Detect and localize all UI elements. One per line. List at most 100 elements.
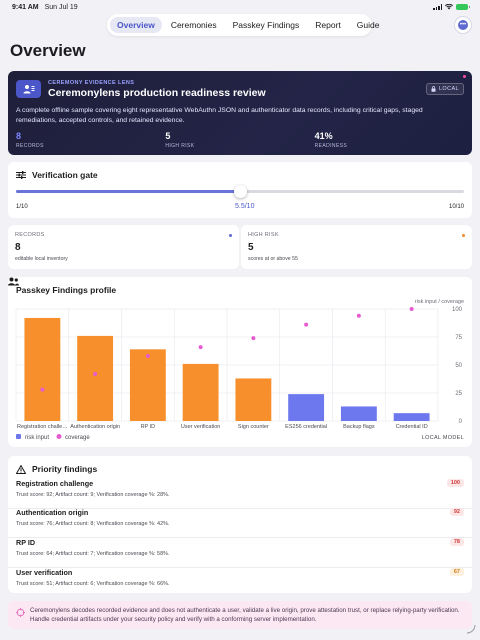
y-axis-label: risk input / coverage	[415, 299, 464, 305]
evidence-icon	[16, 80, 41, 98]
finding-meta: Trust score: 64; Artifact count: 7; Veri…	[16, 551, 170, 557]
y-tick-label: 50	[455, 363, 462, 369]
finding-meta: Trust score: 76; Artifact count: 8; Veri…	[16, 521, 170, 527]
stat-records: 8 RECORDS	[16, 131, 165, 149]
resize-handle-icon[interactable]	[464, 622, 476, 634]
x-tick-label: RP ID	[141, 424, 156, 430]
tab-passkey-findings[interactable]: Passkey Findings	[226, 17, 307, 33]
risk-bar	[340, 406, 377, 421]
finding-score-badge: 92	[449, 508, 464, 516]
top-navigation: Overview Ceremonies Passkey Findings Rep…	[107, 14, 379, 36]
finding-item[interactable]: Authentication origin Trust score: 76; A…	[8, 508, 472, 538]
status-bar: 9:41 AM Sun Jul 19	[0, 0, 480, 14]
tab-ceremonies[interactable]: Ceremonies	[164, 17, 224, 33]
passkey-profile-chart: risk input / coverage 0 25 50 75 100 Registrat…	[15, 299, 464, 441]
legend-label-risk: risk input	[25, 435, 49, 441]
finding-item[interactable]: Registration challenge Trust score: 92; …	[8, 479, 472, 509]
high-risk-metric-card: HIGH RISK 5 scores at or above 55	[241, 225, 472, 269]
finding-score-badge: 100	[446, 479, 464, 487]
status-time: 9:41 AM	[12, 3, 39, 11]
coverage-point	[93, 371, 98, 376]
x-tick-label: Credential ID	[396, 424, 428, 430]
legend-swatch-coverage	[56, 434, 62, 439]
risk-bar	[288, 394, 325, 421]
status-icons	[433, 4, 470, 10]
chat-bubble-icon: •••	[458, 20, 468, 30]
tab-guide[interactable]: Guide	[350, 17, 387, 33]
hero-title: Ceremonylens production readiness review	[48, 87, 266, 99]
hero-card: CEREMONY EVIDENCE LENS Ceremonylens prod…	[8, 71, 472, 155]
local-badge: LOCAL	[425, 83, 464, 95]
risk-bar	[77, 335, 114, 421]
x-tick-label: Sign counter	[238, 424, 269, 430]
stat-value: 41%	[314, 131, 333, 141]
finding-score-badge: 78	[449, 538, 464, 546]
disclaimer-notice: Ceremonylens decodes recorded evidence a…	[8, 601, 472, 629]
chat-button[interactable]: •••	[454, 16, 472, 34]
records-metric-card: RECORDS 8 editable local inventory	[8, 225, 239, 269]
finding-meta: Trust score: 51; Artifact count: 6; Veri…	[16, 581, 170, 587]
risk-bar	[393, 413, 430, 421]
stat-value: 8	[16, 131, 22, 141]
gate-value-label: 5.5/10	[235, 203, 255, 210]
findings-title: Priority findings	[32, 464, 98, 474]
legend-label-coverage: coverage	[65, 435, 90, 441]
coverage-point	[304, 322, 309, 327]
finding-name: Registration challenge	[16, 479, 94, 488]
stat-high-risk: 5 HIGH RISK	[165, 131, 314, 149]
chart-footer-label: LOCAL MODEL	[422, 435, 464, 441]
y-tick-label: 75	[455, 335, 462, 341]
cellular-signal-icon	[433, 4, 442, 10]
hero-description: A complete offline sample covering eight…	[16, 107, 423, 124]
finding-score-badge: 67	[449, 568, 464, 576]
finding-item[interactable]: User verification Trust score: 51; Artif…	[16, 568, 464, 592]
metric-subtext: scores at or above 55	[248, 256, 298, 262]
gate-slider-fill	[16, 190, 240, 193]
stat-label: READINESS	[314, 143, 348, 149]
coverage-point	[251, 336, 256, 341]
metric-value: 5	[248, 242, 254, 253]
gate-slider-thumb[interactable]	[233, 185, 247, 198]
x-tick-label: User verification	[181, 424, 220, 430]
y-tick-label: 0	[459, 419, 463, 425]
risk-bar	[24, 317, 61, 421]
x-tick-label: Registration challe…	[17, 424, 68, 430]
coverage-point	[145, 354, 150, 359]
wifi-icon	[445, 4, 453, 10]
stat-value: 5	[165, 131, 171, 141]
risk-bar	[182, 363, 219, 421]
x-tick-label: Authentication origin	[70, 424, 120, 430]
coverage-point	[198, 345, 203, 350]
coverage-point	[409, 307, 414, 311]
stat-label: HIGH RISK	[165, 143, 195, 149]
finding-name: Authentication origin	[16, 508, 89, 517]
verification-gate-title: Verification gate	[32, 170, 98, 180]
priority-findings-card: Priority findings Registration challenge…	[8, 456, 472, 593]
finding-meta: Trust score: 92; Artifact count: 9; Veri…	[16, 492, 170, 498]
metric-label: RECORDS	[15, 232, 45, 238]
gate-slider-track[interactable]	[16, 185, 464, 198]
risk-bar	[129, 349, 166, 421]
page-title: Overview	[10, 41, 86, 60]
finding-name: RP ID	[16, 538, 36, 547]
tab-overview[interactable]: Overview	[110, 17, 162, 33]
hero-eyebrow: CEREMONY EVIDENCE LENS	[48, 80, 135, 86]
y-tick-label: 25	[455, 391, 462, 397]
local-badge-label: LOCAL	[438, 86, 459, 92]
finding-item[interactable]: RP ID Trust score: 64; Artifact count: 7…	[8, 538, 472, 568]
coverage-point	[40, 387, 45, 392]
gate-min-label: 1/10	[16, 204, 28, 210]
warning-icon	[16, 464, 26, 474]
lock-icon	[431, 86, 436, 92]
tab-report[interactable]: Report	[308, 17, 348, 33]
legend-swatch-risk	[16, 434, 21, 439]
metric-label: HIGH RISK	[248, 232, 279, 238]
metric-dot	[229, 234, 232, 237]
stat-label: RECORDS	[16, 143, 44, 149]
sliders-icon	[16, 171, 26, 179]
finding-name: User verification	[16, 568, 73, 577]
metric-dot	[462, 234, 465, 237]
x-tick-label: Backup flags	[343, 424, 375, 430]
hero-stats: 8 RECORDS 5 HIGH RISK 41% READINESS	[16, 131, 464, 149]
y-tick-label: 100	[452, 307, 463, 313]
